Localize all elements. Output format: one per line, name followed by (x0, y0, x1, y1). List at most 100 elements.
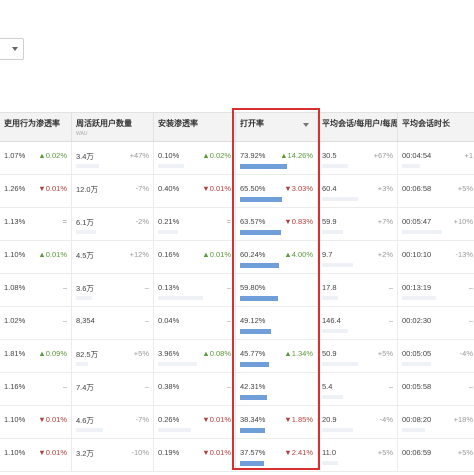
sparkline-placeholder (322, 329, 348, 333)
open-rate-bar (240, 263, 279, 268)
table-cell: 0.26% ▼0.01% (154, 406, 236, 439)
cell-change: = (62, 217, 67, 226)
open-rate-bar (240, 296, 278, 301)
cell-change: – (226, 382, 231, 391)
cell-change: +7% (377, 217, 393, 226)
cell-value: 1.16% (4, 382, 26, 391)
table-cell: 1.13% = (0, 208, 72, 241)
cell-value: 146.4 (322, 316, 341, 325)
table-cell: 0.13% – (154, 274, 236, 307)
table-row[interactable]: 1.07% ▲0.02% 3.4万 +47% 0.10% ▲0.02% 73.92% ▲14.… (0, 142, 474, 175)
cell-value: 0.40% (158, 184, 180, 193)
table-cell: 60.24% ▲4.00% (236, 241, 318, 274)
table-cell: 82.5万 +5% (72, 340, 154, 373)
table-row[interactable]: 1.16% –7.4万 –0.38% –42.31% 5.4–00:05:58– (0, 373, 474, 406)
cell-change: ▲0.01% (202, 250, 231, 259)
cell-change: ▼0.01% (202, 448, 231, 457)
table-cell: 4.5万 +12% (72, 241, 154, 274)
filter-dropdown[interactable] (0, 38, 24, 60)
table-cell: 3.96% ▲0.08% (154, 340, 236, 373)
cell-change: ▼1.85% (284, 415, 313, 424)
cell-change: +3% (377, 184, 393, 193)
table-cell: 00:13:19 – (398, 274, 474, 307)
column-header[interactable]: 打开率 (236, 113, 318, 141)
cell-change: ▼0.01% (38, 184, 67, 193)
table-cell: 00:08:20 +18% (398, 406, 474, 439)
column-header[interactable]: 平均会话/每用户/每周 (318, 113, 398, 141)
cell-change: +5% (457, 184, 473, 193)
cell-change: ▼0.01% (38, 448, 67, 457)
table-cell: 3.4万 +47% (72, 142, 154, 175)
table-cell: 3.2万 -10% (72, 439, 154, 472)
open-rate-bar (240, 164, 287, 169)
cell-value: 00:02:30 (402, 316, 432, 325)
sparkline-placeholder (158, 362, 197, 366)
column-header[interactable]: 平均会话时长 (398, 113, 474, 141)
table-row[interactable]: 1.02% –8,354–0.04% –49.12% 146.4–00:02:30– (0, 307, 474, 340)
table-cell: 49.12% (236, 307, 318, 340)
table-cell: 00:05:47 +10% (398, 208, 474, 241)
cell-value: 0.16% (158, 250, 180, 259)
cell-change: ▲0.08% (202, 349, 231, 358)
cell-change: +5% (377, 349, 393, 358)
sparkline-placeholder (402, 296, 437, 300)
sparkline-placeholder (158, 164, 185, 168)
table-row[interactable]: 1.10% ▼0.01% 3.2万 -10% 0.19% ▼0.01% 37.57% ▼2.4… (0, 439, 474, 472)
cell-value: 00:10:10 (402, 250, 432, 259)
cell-change: – (62, 283, 67, 292)
table-row[interactable]: 1.10% ▼0.01% 4.6万 -7% 0.26% ▼0.01% 38.34% ▼1.85… (0, 406, 474, 439)
table-row[interactable]: 1.08% –3.6万 –0.13% –59.80% 17.8–00:13:19– (0, 274, 474, 307)
table-row[interactable]: 1.13% = 6.1万 -2% 0.21% = 63.57% ▼0.83% 59.9 +7% 00… (0, 208, 474, 241)
column-header[interactable]: 安装渗透率 (154, 113, 236, 141)
sparkline-placeholder (322, 164, 348, 168)
cell-value: 00:08:20 (402, 415, 432, 424)
cell-change: = (226, 217, 231, 226)
cell-change: +5% (133, 349, 149, 358)
table-cell: 1.81% ▲0.09% (0, 340, 72, 373)
sparkline-placeholder (158, 296, 203, 300)
table-cell: 73.92% ▲14.26% (236, 142, 318, 175)
cell-change: – (468, 283, 473, 292)
column-header[interactable]: 吏用行为渗透率 (0, 113, 72, 141)
cell-change: -13% (455, 250, 473, 259)
cell-value: 73.92% (240, 151, 266, 160)
cell-change: – (388, 283, 393, 292)
sparkline-placeholder (402, 230, 442, 234)
table-cell: 9.7 +2% (318, 241, 398, 274)
cell-change: -7% (135, 184, 149, 193)
cell-value: 38.34% (240, 415, 266, 424)
cell-value: 00:05:05 (402, 349, 432, 358)
table-cell: 1.10% ▼0.01% (0, 439, 72, 472)
cell-value: 0.26% (158, 415, 180, 424)
table-row[interactable]: 1.26% ▼0.01% 12.0万 -7% 0.40% ▼0.01% 65.50% ▼3.0… (0, 175, 474, 208)
table-cell: 60.4 +3% (318, 175, 398, 208)
table-cell: 45.77% ▲1.34% (236, 340, 318, 373)
cell-change: – (62, 316, 67, 325)
cell-change: +47% (129, 151, 149, 160)
table-cell: 37.57% ▼2.41% (236, 439, 318, 472)
column-header-label: 周活跃用户数量 (76, 119, 132, 128)
cell-value: 0.04% (158, 316, 180, 325)
table-row[interactable]: 1.10% ▲0.01% 4.5万 +12% 0.16% ▲0.01% 60.24% ▲4.0… (0, 241, 474, 274)
cell-value: 1.10% (4, 448, 26, 457)
column-header-sub: WAU (76, 131, 88, 137)
table-cell: 50.9 +5% (318, 340, 398, 373)
table-cell: 42.31% (236, 373, 318, 406)
cell-change: ▲0.09% (38, 349, 67, 358)
cell-change: +5% (457, 448, 473, 457)
cell-change: +12% (129, 250, 149, 259)
table-cell: 1.26% ▼0.01% (0, 175, 72, 208)
cell-change: – (226, 316, 231, 325)
chevron-down-icon (12, 47, 18, 51)
cell-value: 42.31% (240, 382, 266, 391)
cell-value: 45.77% (240, 349, 266, 358)
cell-change: – (468, 316, 473, 325)
cell-change: -7% (135, 415, 149, 424)
cell-value: 1.08% (4, 283, 26, 292)
column-header[interactable]: 周活跃用户数量 WAU (72, 113, 154, 141)
table-cell: 20.9 -4% (318, 406, 398, 439)
sort-desc-icon[interactable] (303, 123, 309, 127)
table-row[interactable]: 1.81% ▲0.09% 82.5万 +5% 3.96% ▲0.08% 45.77% ▲1.3… (0, 340, 474, 373)
open-rate-bar (240, 461, 264, 466)
sparkline-placeholder (158, 428, 191, 432)
